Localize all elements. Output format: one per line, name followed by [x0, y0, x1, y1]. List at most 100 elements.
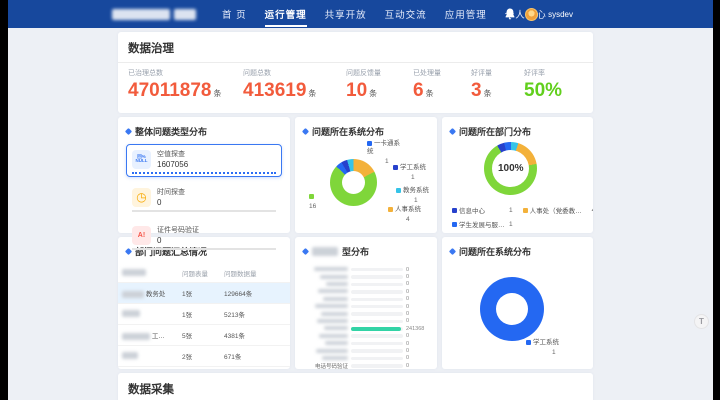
problem-type-bar-card: 型分布 0 0 0 0 0 0 0 0 241368 0 0 0 0 电话号码验…: [295, 237, 437, 369]
screen: 首 页 运行管理 共享开放 互动交流 应用管理 个人中心 sysdev 数据治理: [0, 0, 720, 400]
bar-row[interactable]: 电话号码验证 0: [299, 362, 429, 369]
bar-row[interactable]: 0: [299, 340, 429, 347]
table-row[interactable]: 2张0条: [118, 366, 290, 369]
bell-icon[interactable]: [505, 8, 515, 20]
diamond-icon: [448, 247, 457, 256]
department-legend: 信息中心1 人事处（党委教…4 学生发展与服…1 教务处1: [452, 205, 593, 233]
app-window: 首 页 运行管理 共享开放 互动交流 应用管理 个人中心 sysdev 数据治理: [8, 0, 713, 400]
department-distribution-card: 问题所在部门分布 .cut2 .donut::after{width:37px;…: [442, 117, 593, 233]
stat-problem-total: 问题总数 413619 条: [243, 68, 346, 104]
donut-label: 人事系统 4: [388, 206, 421, 224]
user-avatar[interactable]: [525, 7, 539, 21]
redacted-text: [122, 352, 138, 360]
bar-row[interactable]: 0: [299, 310, 429, 317]
type-distribution-card: 整体问题类型分布 回% NULL 空值探查 1607056 ◷ 时间探查 0 A…: [118, 117, 290, 250]
stat-governed-total: 已治理总数 47011878 条: [128, 68, 243, 104]
card-title: 问题所在系统分布: [459, 247, 532, 257]
table-row[interactable]: 1张 5213条: [118, 303, 290, 325]
card-title: 型分布: [342, 247, 370, 257]
bar-row[interactable]: 0: [299, 273, 429, 280]
top-navbar: 首 页 运行管理 共享开放 互动交流 应用管理 个人中心 sysdev: [8, 0, 713, 28]
id-validate-icon: A!: [132, 225, 151, 245]
stat-value: 47011878: [128, 80, 212, 101]
dashboard-content: 数据治理 已治理总数 47011878 条 问题总数 413619 条 问题反馈量 …: [118, 32, 593, 400]
app-logo-redacted: [112, 8, 196, 20]
nav-item-home[interactable]: 首 页: [222, 0, 247, 29]
stat-unit: 条: [425, 89, 434, 98]
type-item-id-validation[interactable]: A! 证件号码验证 0: [126, 220, 282, 253]
legend-item: 人事处（党委教…4: [522, 205, 593, 215]
bar-row[interactable]: 0: [299, 266, 429, 273]
bar-row[interactable]: 0: [299, 288, 429, 295]
type-list: 回% NULL 空值探查 1607056 ◷ 时间探查 0 A! 证件号码验证 …: [118, 142, 290, 260]
type-value: 0: [157, 236, 162, 245]
donut-label: 学工系统 1: [393, 164, 426, 182]
governance-card: 数据治理 已治理总数 47011878 条 问题总数 413619 条 问题反馈量 …: [118, 32, 593, 113]
diamond-icon: [448, 127, 457, 136]
progress-line: [132, 210, 276, 212]
bar-row-highlight[interactable]: 241368: [299, 325, 429, 332]
redacted-text: [122, 310, 140, 318]
redacted-text: [122, 269, 146, 277]
stat-label: 问题总数: [243, 70, 271, 77]
navbar-right: sysdev: [505, 0, 573, 28]
stat-value: 413619: [243, 80, 307, 101]
diamond-icon: [301, 247, 310, 256]
diamond-icon: [124, 127, 133, 136]
governance-stats: 已治理总数 47011878 条 问题总数 413619 条 问题反馈量 10 条 已…: [118, 63, 593, 113]
stat-praise: 好评量 3条: [471, 68, 524, 104]
system-distribution-card: 问题所在系统分布 .cut .donut::after{width:23px;h…: [295, 117, 437, 233]
nav-item-interaction[interactable]: 互动交流: [385, 0, 427, 29]
column-header: 问题数据量: [224, 271, 257, 278]
table-row[interactable]: 教务处 1张 129664条: [118, 282, 290, 304]
table-header-row: 问题表量 问题数据量: [118, 264, 290, 283]
back-to-top-button[interactable]: T: [694, 314, 709, 329]
department-summary-card: 部门问题汇总情况 问题表量 问题数据量 教务处 1张 129664条 1张 52…: [118, 237, 290, 369]
type-item-time-check[interactable]: ◷ 时间探查 0: [126, 182, 282, 215]
column-header: 问题表量: [182, 271, 208, 278]
table-row[interactable]: 工… 5张 4381条: [118, 324, 290, 346]
type-value: 1607056: [157, 160, 189, 169]
stat-praise-rate: 好评率 50%: [524, 68, 583, 104]
type-label: 空值探查: [157, 151, 185, 158]
type-label: 时间探查: [157, 189, 185, 196]
stat-unit: 条: [213, 89, 222, 98]
legend-item: 信息中心 1: [452, 205, 513, 215]
donut-label: 学工系统 1: [526, 339, 559, 357]
nav-item-sharing[interactable]: 共享开放: [325, 0, 367, 29]
stat-label: 问题反馈量: [346, 70, 381, 77]
type-value: 0: [157, 198, 162, 207]
redacted-text: [174, 8, 196, 20]
collection-title: 数据采集: [118, 373, 593, 400]
stat-unit: 条: [369, 89, 378, 98]
system-donut-chart-2[interactable]: [480, 277, 544, 341]
bar-row[interactable]: 0: [299, 281, 429, 288]
bar-row[interactable]: 0: [299, 333, 429, 340]
bar-row[interactable]: 0: [299, 296, 429, 303]
donut-label: 教务系统 1: [396, 187, 429, 205]
bar-row[interactable]: 0: [299, 303, 429, 310]
stat-value: 50%: [524, 80, 563, 101]
type-item-null-check[interactable]: 回% NULL 空值探查 1607056: [126, 144, 282, 177]
stat-unit: 条: [308, 89, 317, 98]
stat-label: 好评量: [471, 70, 492, 77]
stat-label: 已治理总数: [128, 70, 163, 77]
system-donut-chart[interactable]: [330, 159, 377, 206]
department-table: 问题表量 问题数据量 教务处 1张 129664条 1张 5213条 工… 5张…: [118, 264, 290, 369]
stat-processed: 已处理量 6条: [413, 68, 471, 104]
clock-icon: ◷: [132, 187, 151, 207]
bar-row[interactable]: 0: [299, 347, 429, 354]
card-title: 问题所在系统分布: [312, 127, 385, 137]
nav-item-apps[interactable]: 应用管理: [445, 0, 487, 29]
system-distribution-card-2: 问题所在系统分布 .cut3 .donut::after{width:32px;…: [442, 237, 593, 369]
main-menu: 首 页 运行管理 共享开放 互动交流 应用管理 个人中心: [222, 0, 547, 29]
bar-chart: 0 0 0 0 0 0 0 0 241368 0 0 0 0 电话号码验证 0: [295, 262, 437, 369]
table-row[interactable]: 2张 671条: [118, 345, 290, 367]
card-title: 问题所在部门分布: [459, 127, 532, 137]
stat-feedback: 问题反馈量 10 条: [346, 68, 413, 104]
donut-label: 16: [309, 193, 316, 211]
nav-item-operation[interactable]: 运行管理: [264, 0, 307, 29]
stat-value: 10: [346, 80, 368, 101]
stat-label: 好评率: [524, 70, 545, 77]
bar-row[interactable]: 0: [299, 318, 429, 325]
